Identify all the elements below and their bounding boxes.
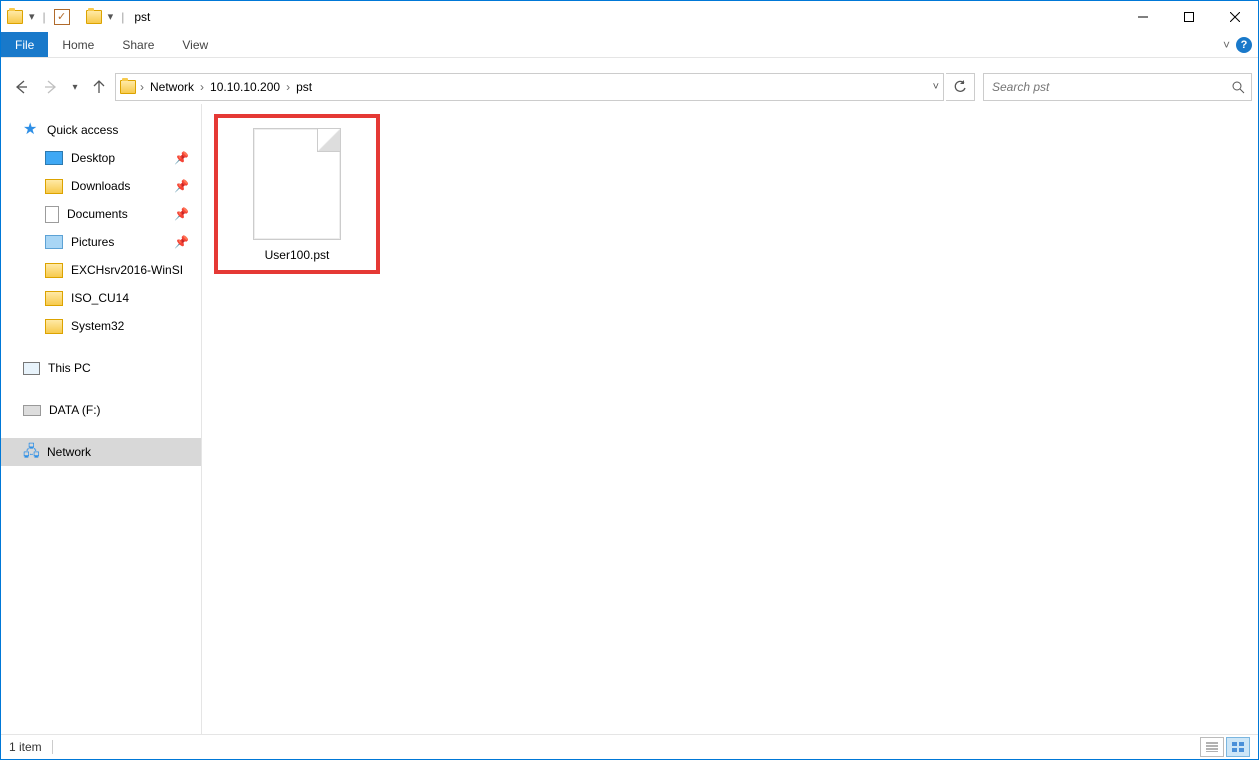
tree-item-folder[interactable]: EXCHsrv2016-WinSI bbox=[1, 256, 201, 284]
pin-icon: 📌 bbox=[174, 207, 189, 221]
tree-network[interactable]: 🖧 Network bbox=[1, 438, 201, 466]
tree-quick-access[interactable]: ★ Quick access bbox=[1, 116, 201, 144]
breadcrumb-chevron-icon[interactable]: › bbox=[284, 80, 292, 94]
app-menu-chevron[interactable]: ▾ bbox=[29, 10, 35, 23]
ribbon-expand-chevron[interactable]: ˅ bbox=[1223, 38, 1230, 52]
content-area[interactable]: User100.pst bbox=[202, 104, 1258, 734]
folder-icon bbox=[45, 291, 63, 306]
up-button[interactable] bbox=[85, 73, 113, 101]
body: ★ Quick access Desktop 📌 Downloads 📌 Doc… bbox=[1, 104, 1258, 734]
address-bar[interactable]: › Network › 10.10.10.200 › pst ˅ bbox=[115, 73, 944, 101]
pin-icon: 📌 bbox=[174, 151, 189, 165]
tree-label: EXCHsrv2016-WinSI bbox=[71, 263, 183, 277]
qat-customize-chevron[interactable]: ▾ bbox=[108, 10, 114, 23]
document-icon bbox=[45, 206, 59, 223]
maximize-button[interactable] bbox=[1166, 1, 1212, 32]
search-icon[interactable] bbox=[1232, 81, 1245, 94]
window-controls bbox=[1120, 1, 1258, 32]
navigation-tree: ★ Quick access Desktop 📌 Downloads 📌 Doc… bbox=[1, 104, 202, 734]
file-name-label[interactable]: User100.pst bbox=[265, 248, 330, 262]
status-separator bbox=[52, 740, 53, 754]
tree-item-downloads[interactable]: Downloads 📌 bbox=[1, 172, 201, 200]
minimize-icon bbox=[1138, 12, 1148, 22]
breadcrumb-chevron-icon[interactable]: › bbox=[138, 80, 146, 94]
address-dropdown-chevron[interactable]: ˅ bbox=[933, 81, 939, 93]
large-icons-view-icon bbox=[1232, 742, 1244, 752]
breadcrumb-chevron-icon[interactable]: › bbox=[198, 80, 206, 94]
forward-button[interactable] bbox=[37, 73, 65, 101]
tree-item-pictures[interactable]: Pictures 📌 bbox=[1, 228, 201, 256]
up-arrow-icon bbox=[91, 79, 107, 95]
breadcrumb-network[interactable]: Network bbox=[146, 74, 198, 100]
this-pc-icon bbox=[23, 362, 40, 375]
tree-label: System32 bbox=[71, 319, 124, 333]
tree-label: Documents bbox=[67, 207, 128, 221]
desktop-icon bbox=[45, 151, 63, 165]
details-view-button[interactable] bbox=[1200, 737, 1224, 757]
close-icon bbox=[1230, 12, 1240, 22]
drive-icon bbox=[23, 405, 41, 416]
large-icons-view-button[interactable] bbox=[1226, 737, 1250, 757]
refresh-button[interactable] bbox=[946, 73, 975, 101]
back-button[interactable] bbox=[7, 73, 35, 101]
network-icon: 🖧 bbox=[23, 444, 39, 460]
tree-label: Network bbox=[47, 445, 91, 459]
folder-icon bbox=[45, 179, 63, 194]
tree-label: Quick access bbox=[47, 123, 118, 137]
tree-label: Desktop bbox=[71, 151, 115, 165]
help-icon[interactable]: ? bbox=[1236, 37, 1252, 53]
tree-label: DATA (F:) bbox=[49, 403, 101, 417]
pin-icon: 📌 bbox=[174, 179, 189, 193]
forward-arrow-icon bbox=[43, 79, 59, 95]
chevron-down-icon: ▾ bbox=[72, 82, 77, 93]
folder-icon bbox=[45, 263, 63, 278]
view-switch bbox=[1200, 737, 1250, 757]
breadcrumb-folder[interactable]: pst bbox=[292, 74, 316, 100]
refresh-icon bbox=[953, 80, 967, 94]
search-box[interactable] bbox=[983, 73, 1252, 101]
ribbon-tab-view[interactable]: View bbox=[168, 32, 222, 57]
search-input[interactable] bbox=[990, 79, 1232, 95]
pictures-icon bbox=[45, 235, 63, 249]
address-icon bbox=[120, 80, 136, 94]
separator: | bbox=[121, 10, 124, 24]
tree-item-folder[interactable]: System32 bbox=[1, 312, 201, 340]
tree-item-documents[interactable]: Documents 📌 bbox=[1, 200, 201, 228]
app-icon bbox=[7, 10, 23, 24]
tree-label: This PC bbox=[48, 361, 91, 375]
tree-this-pc[interactable]: This PC bbox=[1, 354, 201, 382]
tree-label: Downloads bbox=[71, 179, 130, 193]
tree-label: ISO_CU14 bbox=[71, 291, 129, 305]
maximize-icon bbox=[1184, 12, 1194, 22]
ribbon-tab-home[interactable]: Home bbox=[48, 32, 108, 57]
ribbon: File Home Share View ˅ ? bbox=[1, 32, 1258, 58]
tree-item-folder[interactable]: ISO_CU14 bbox=[1, 284, 201, 312]
file-icon[interactable] bbox=[253, 128, 341, 240]
recent-locations-button[interactable]: ▾ bbox=[67, 73, 83, 101]
item-count: 1 item bbox=[9, 740, 42, 754]
window-title: pst bbox=[134, 10, 150, 24]
qat-properties-icon[interactable]: ✓ bbox=[54, 9, 70, 25]
tree-label: Pictures bbox=[71, 235, 114, 249]
ribbon-tab-file[interactable]: File bbox=[1, 32, 48, 57]
qat-new-folder-icon[interactable] bbox=[86, 10, 102, 24]
title-bar: ▾ | ✓ ▾ | pst bbox=[1, 1, 1258, 32]
highlighted-file: User100.pst bbox=[214, 114, 380, 274]
breadcrumb-host[interactable]: 10.10.10.200 bbox=[206, 74, 284, 100]
ribbon-tab-share[interactable]: Share bbox=[108, 32, 168, 57]
separator: | bbox=[43, 10, 46, 24]
star-icon: ★ bbox=[23, 122, 39, 138]
quick-access-toolbar: ▾ | ✓ ▾ | bbox=[7, 9, 128, 25]
folder-icon bbox=[45, 319, 63, 334]
minimize-button[interactable] bbox=[1120, 1, 1166, 32]
close-button[interactable] bbox=[1212, 1, 1258, 32]
back-arrow-icon bbox=[13, 79, 29, 95]
tree-item-desktop[interactable]: Desktop 📌 bbox=[1, 144, 201, 172]
details-view-icon bbox=[1206, 742, 1218, 752]
navigation-row: ▾ › Network › 10.10.10.200 › pst ˅ bbox=[1, 70, 1258, 104]
status-bar: 1 item bbox=[1, 734, 1258, 759]
explorer-window: ▾ | ✓ ▾ | pst File Home Share View ˅ bbox=[0, 0, 1259, 760]
tree-drive[interactable]: DATA (F:) bbox=[1, 396, 201, 424]
pin-icon: 📌 bbox=[174, 235, 189, 249]
